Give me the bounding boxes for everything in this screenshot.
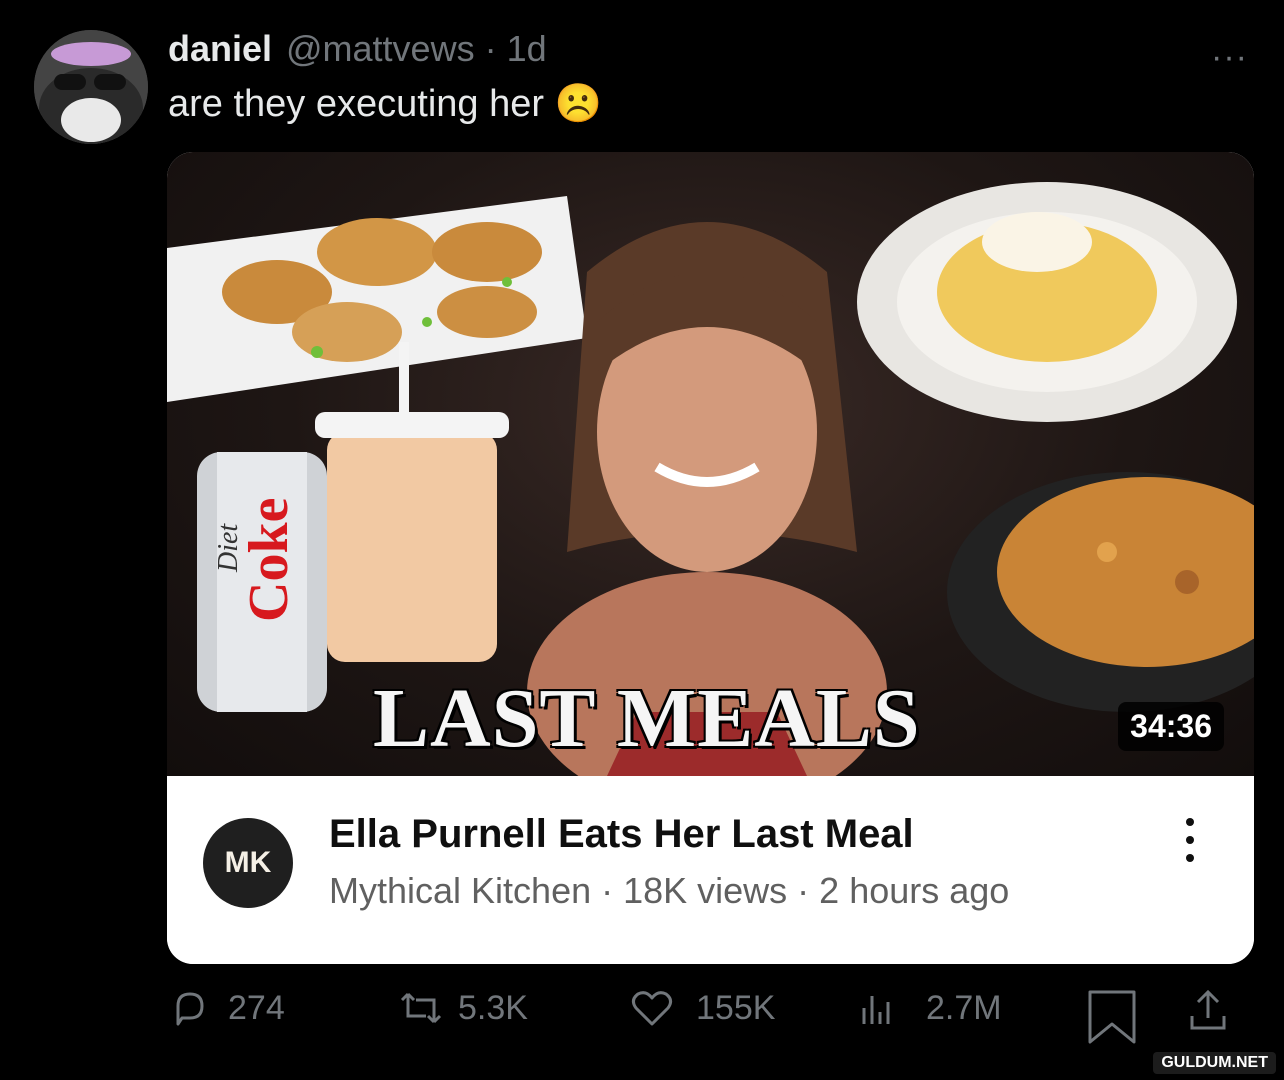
repost-icon (400, 992, 442, 1024)
share-icon (1190, 989, 1226, 1030)
reply-count: 274 (228, 988, 285, 1027)
repost-button[interactable]: 5.3K (398, 988, 528, 1028)
reply-button[interactable]: 274 (170, 988, 285, 1028)
video-meta: Mythical Kitchen · 18K views · 2 hours a… (329, 870, 1010, 911)
watermark: GULDUM.NET (1153, 1052, 1276, 1074)
thumbnail-title: LAST MEALS (373, 672, 921, 765)
video-duration-badge: 34:36 (1118, 702, 1224, 751)
handle-and-time[interactable]: @mattvews · 1d (286, 28, 547, 70)
video-title[interactable]: Ella Purnell Eats Her Last Meal (329, 812, 914, 857)
share-button[interactable] (1188, 988, 1228, 1032)
svg-text:Coke: Coke (238, 498, 300, 622)
video-thumbnail[interactable]: Coke Diet LAST MEALS 34:36 (167, 152, 1254, 776)
reply-icon (176, 992, 204, 1026)
video-info[interactable]: MK Ella Purnell Eats Her Last Meal Mythi… (167, 776, 1254, 964)
tweet-text: are they executing her ☹️ (168, 83, 602, 125)
bookmark-button[interactable] (1082, 988, 1142, 1046)
bar-chart-icon (862, 996, 890, 1024)
bookmark-icon (1088, 990, 1136, 1044)
svg-text:Diet: Diet (213, 523, 244, 573)
views-button[interactable]: 2.7M (860, 988, 1002, 1028)
repost-count: 5.3K (458, 988, 528, 1027)
views-count: 2.7M (926, 988, 1002, 1027)
avatar[interactable] (34, 30, 148, 144)
heart-icon (631, 991, 673, 1026)
channel-logo[interactable]: MK (203, 818, 293, 908)
video-more-icon[interactable] (1186, 818, 1196, 872)
display-name[interactable]: daniel (168, 28, 272, 70)
like-button[interactable]: 155K (630, 988, 775, 1028)
video-card[interactable]: Coke Diet LAST MEALS 34:36 MK Ella Purne… (167, 152, 1254, 964)
more-options-icon[interactable]: ··· (1211, 38, 1248, 77)
like-count: 155K (696, 988, 776, 1027)
tweet-actions: 274 5.3K 155K 2.7M (0, 988, 1284, 1048)
